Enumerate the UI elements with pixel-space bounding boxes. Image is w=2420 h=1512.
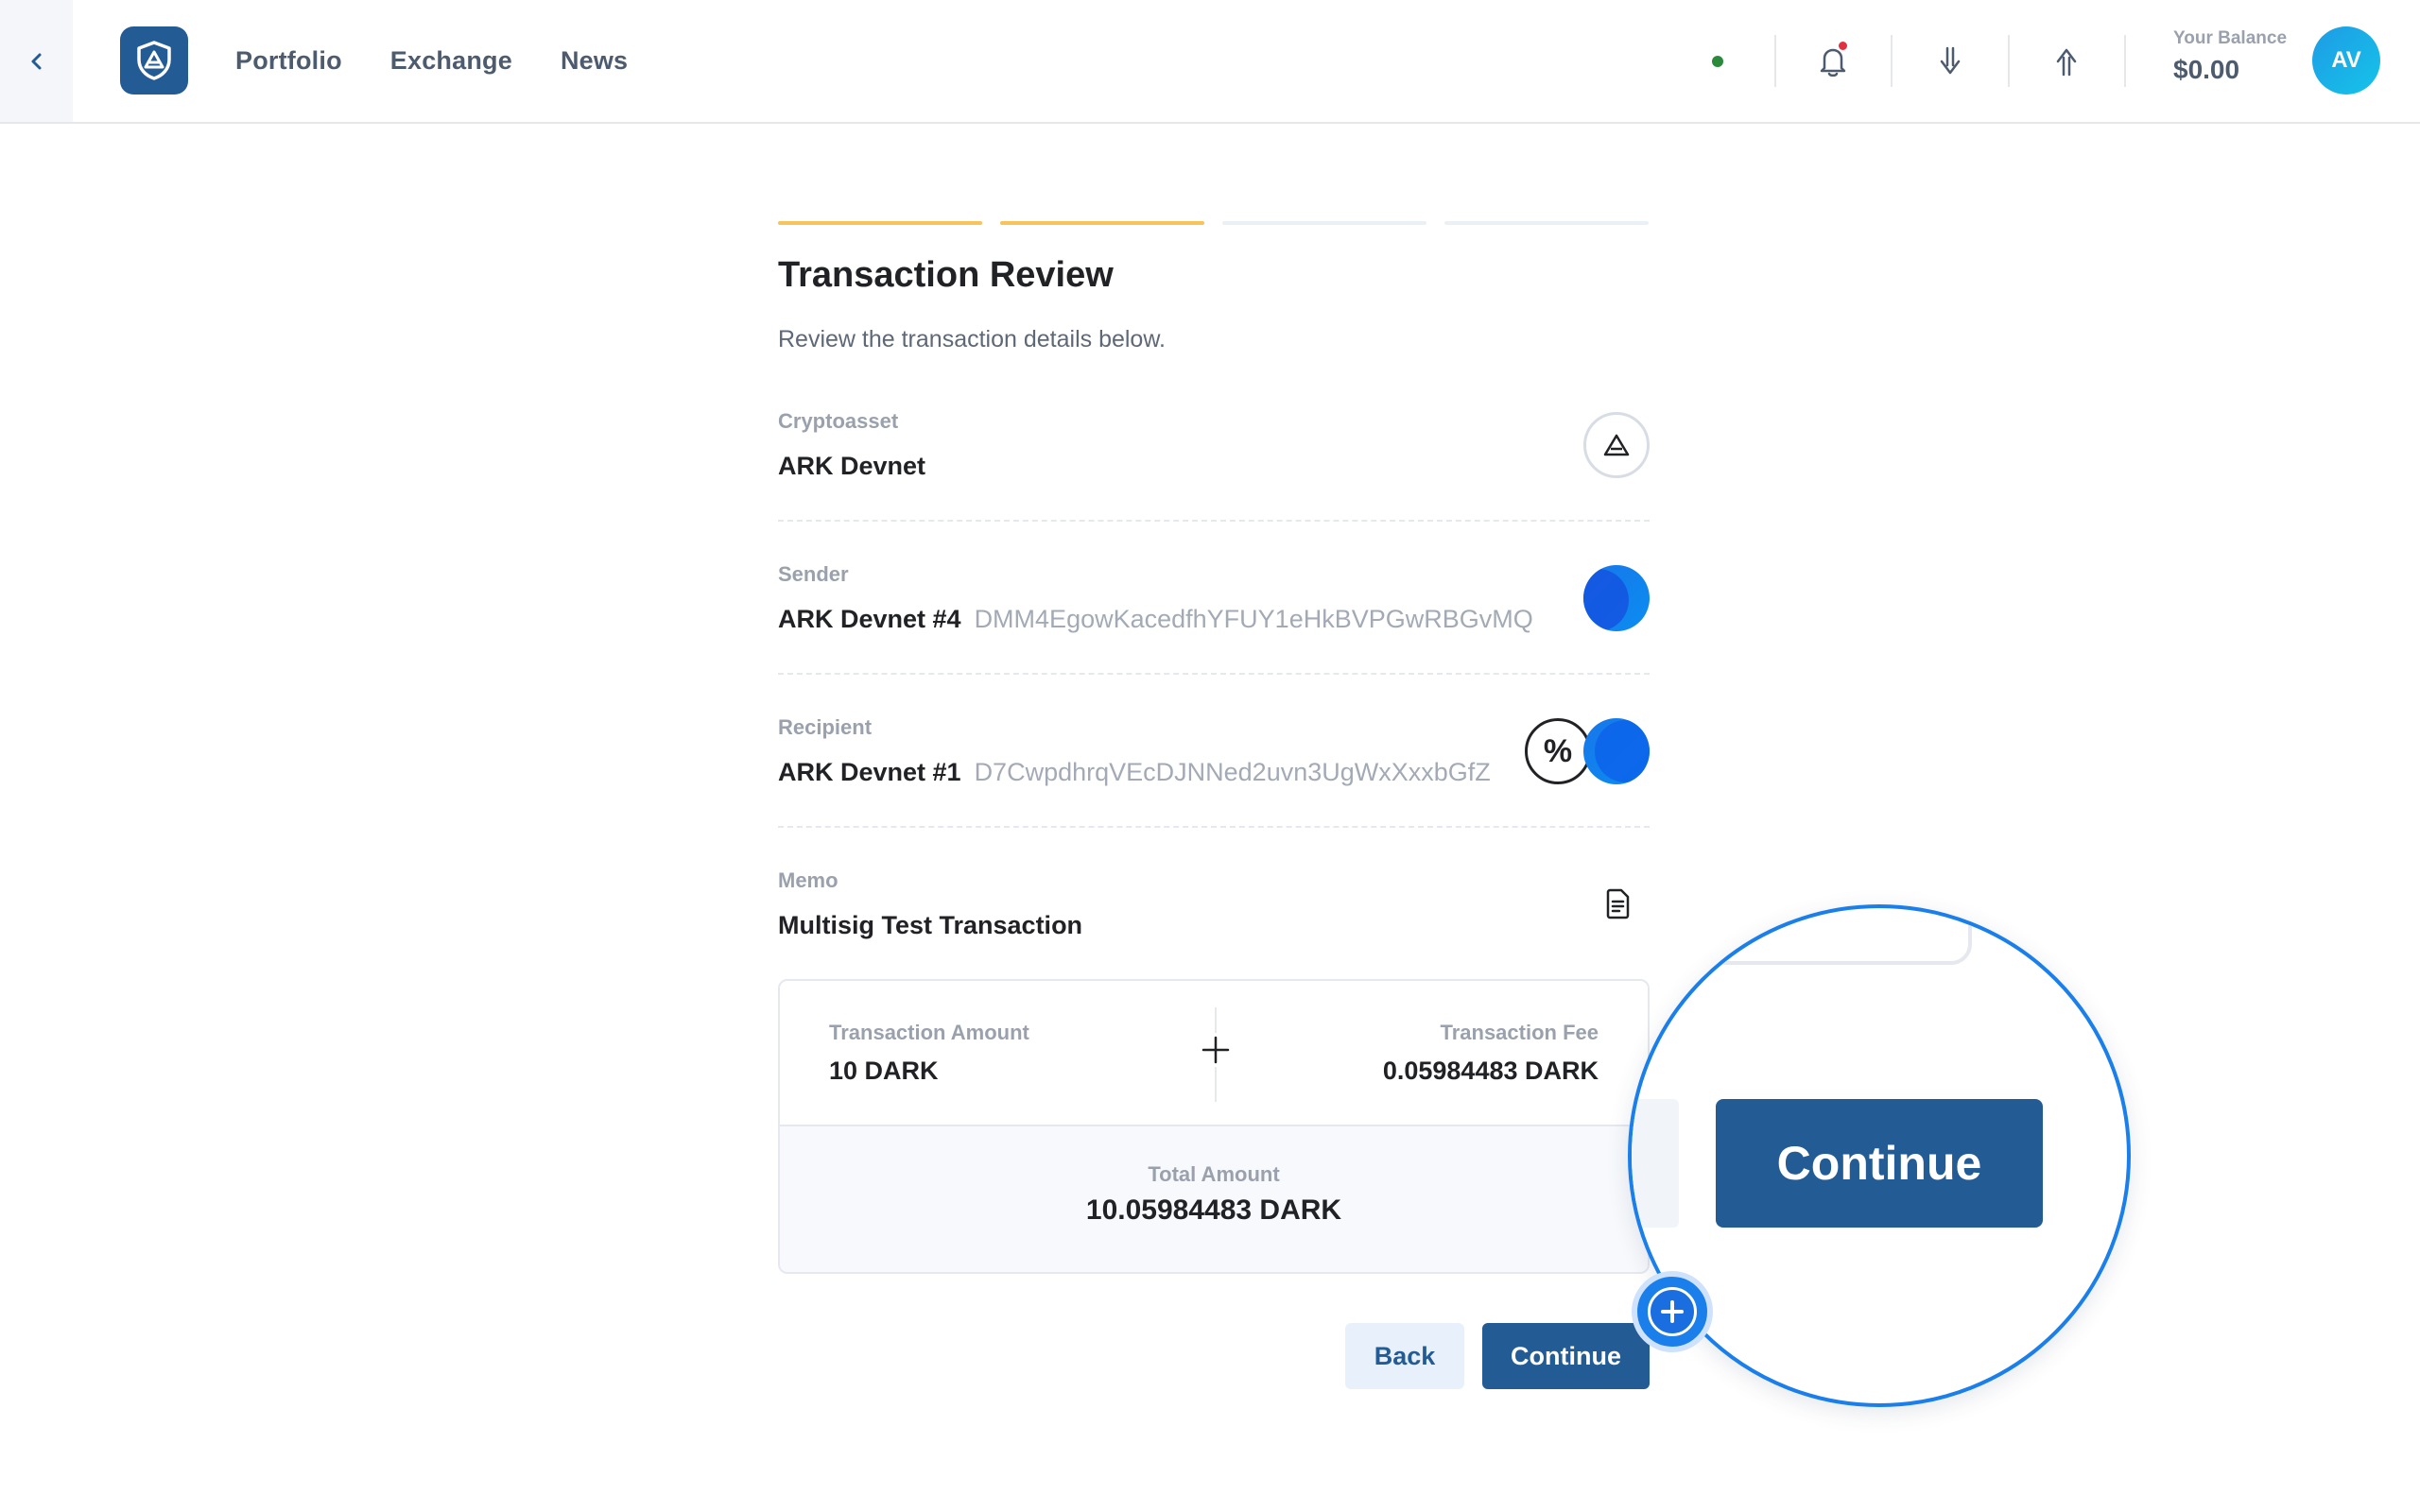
transaction-amount: Transaction Amount 10 DARK — [829, 1021, 1029, 1086]
fee-label: Transaction Fee — [1440, 1021, 1599, 1044]
zoom-plus-button[interactable] — [1632, 1271, 1713, 1352]
nav-portfolio[interactable]: Portfolio — [235, 46, 342, 76]
step-indicator-1 — [778, 221, 982, 225]
memo-label: Memo — [778, 868, 838, 892]
fee-value: 0.05984483 DARK — [1382, 1057, 1599, 1085]
header-divider — [2124, 35, 2126, 87]
recipient-field: Recipient ARK Devnet #1 D7CwpdhrqVEcDJNNe… — [778, 715, 1650, 828]
transaction-summary: Transaction Amount 10 DARK Transaction F… — [778, 979, 1650, 1274]
sender-address: DMM4EgowKacedfhYFUY1eHkBVPGwRBGvMQ — [974, 605, 1533, 633]
nav-news[interactable]: News — [561, 46, 628, 76]
sender-label: Sender — [778, 562, 849, 586]
balance-display: Your Balance $0.00 — [2173, 28, 2287, 85]
sender-name: ARK Devnet #4 — [778, 605, 961, 633]
summary-total: Total Amount 10.05984483 DARK — [780, 1126, 1648, 1272]
recipient-value: ARK Devnet #1 D7CwpdhrqVEcDJNNed2uvn3UgWx… — [778, 758, 1491, 787]
recipient-label: Recipient — [778, 715, 873, 739]
balance-value: $0.00 — [2173, 55, 2240, 84]
multisig-percent-icon: % — [1525, 718, 1591, 784]
chevron-left-icon — [31, 53, 41, 69]
nav-exchange[interactable]: Exchange — [390, 46, 512, 76]
sender-value: ARK Devnet #4 DMM4EgowKacedfhYFUY1eHkBVPG… — [778, 605, 1533, 634]
recipient-identicon — [1583, 718, 1650, 784]
top-navbar: Portfolio Exchange News Your Balance $0.… — [0, 0, 2420, 124]
send-button[interactable] — [2043, 38, 2090, 85]
zoomed-continue-button[interactable]: Continue — [1716, 1099, 2043, 1228]
header-divider — [1774, 35, 1776, 87]
total-label: Total Amount — [1148, 1162, 1280, 1186]
cryptoasset-value: ARK Devnet — [778, 452, 926, 480]
amount-value: 10 DARK — [829, 1057, 939, 1085]
summary-breakdown: Transaction Amount 10 DARK Transaction F… — [780, 981, 1648, 1126]
ark-asset-icon — [1583, 412, 1650, 478]
notification-badge — [1837, 40, 1849, 52]
cryptoasset-label: Cryptoasset — [778, 409, 899, 433]
memo-document-icon — [1604, 887, 1631, 924]
network-status-dot — [1712, 56, 1723, 67]
amount-label: Transaction Amount — [829, 1021, 1029, 1044]
memo-value: Multisig Test Transaction — [778, 911, 1083, 939]
zoomed-summary-edge — [1632, 908, 1972, 965]
back-chevron-button[interactable] — [0, 0, 73, 122]
ark-logo[interactable] — [120, 26, 188, 94]
page-title: Transaction Review — [778, 255, 1114, 295]
recipient-address: D7CwpdhrqVEcDJNNed2uvn3UgWxXxxbGfZ — [974, 758, 1491, 786]
total-value: 10.05984483 DARK — [1085, 1194, 1342, 1226]
balance-label: Your Balance — [2173, 28, 2288, 48]
back-button[interactable]: Back — [1345, 1323, 1464, 1389]
transaction-fee: Transaction Fee 0.05984483 DARK — [1383, 1021, 1599, 1086]
arrow-up-icon — [2056, 48, 2077, 77]
step-indicator-3 — [1222, 221, 1426, 225]
page-subtitle: Review the transaction details below. — [778, 326, 1166, 352]
continue-button[interactable]: Continue — [1482, 1323, 1650, 1389]
receive-button[interactable] — [1927, 38, 1974, 85]
header-divider — [1891, 35, 1893, 87]
plus-icon — [1661, 1300, 1684, 1323]
sender-field: Sender ARK Devnet #4 DMM4EgowKacedfhYFUY1… — [778, 562, 1650, 675]
main-nav: Portfolio Exchange News — [235, 0, 676, 122]
ark-shield-icon — [137, 41, 171, 80]
step-indicator-2 — [1000, 221, 1204, 225]
header-divider — [2008, 35, 2010, 87]
plus-icon — [1199, 1033, 1233, 1067]
user-avatar[interactable]: AV — [2312, 26, 2380, 94]
step-indicator-4 — [1444, 221, 1649, 225]
arrow-down-icon — [1940, 46, 1961, 75]
zoomed-back-button-edge — [1632, 1099, 1679, 1228]
notifications-button[interactable] — [1809, 38, 1857, 85]
sender-identicon — [1583, 565, 1650, 631]
memo-field: Memo Multisig Test Transaction — [778, 868, 1650, 963]
cryptoasset-field: Cryptoasset ARK Devnet — [778, 409, 1650, 522]
review-header: Transaction Review Review the transactio… — [778, 255, 1650, 353]
recipient-name: ARK Devnet #1 — [778, 758, 961, 786]
